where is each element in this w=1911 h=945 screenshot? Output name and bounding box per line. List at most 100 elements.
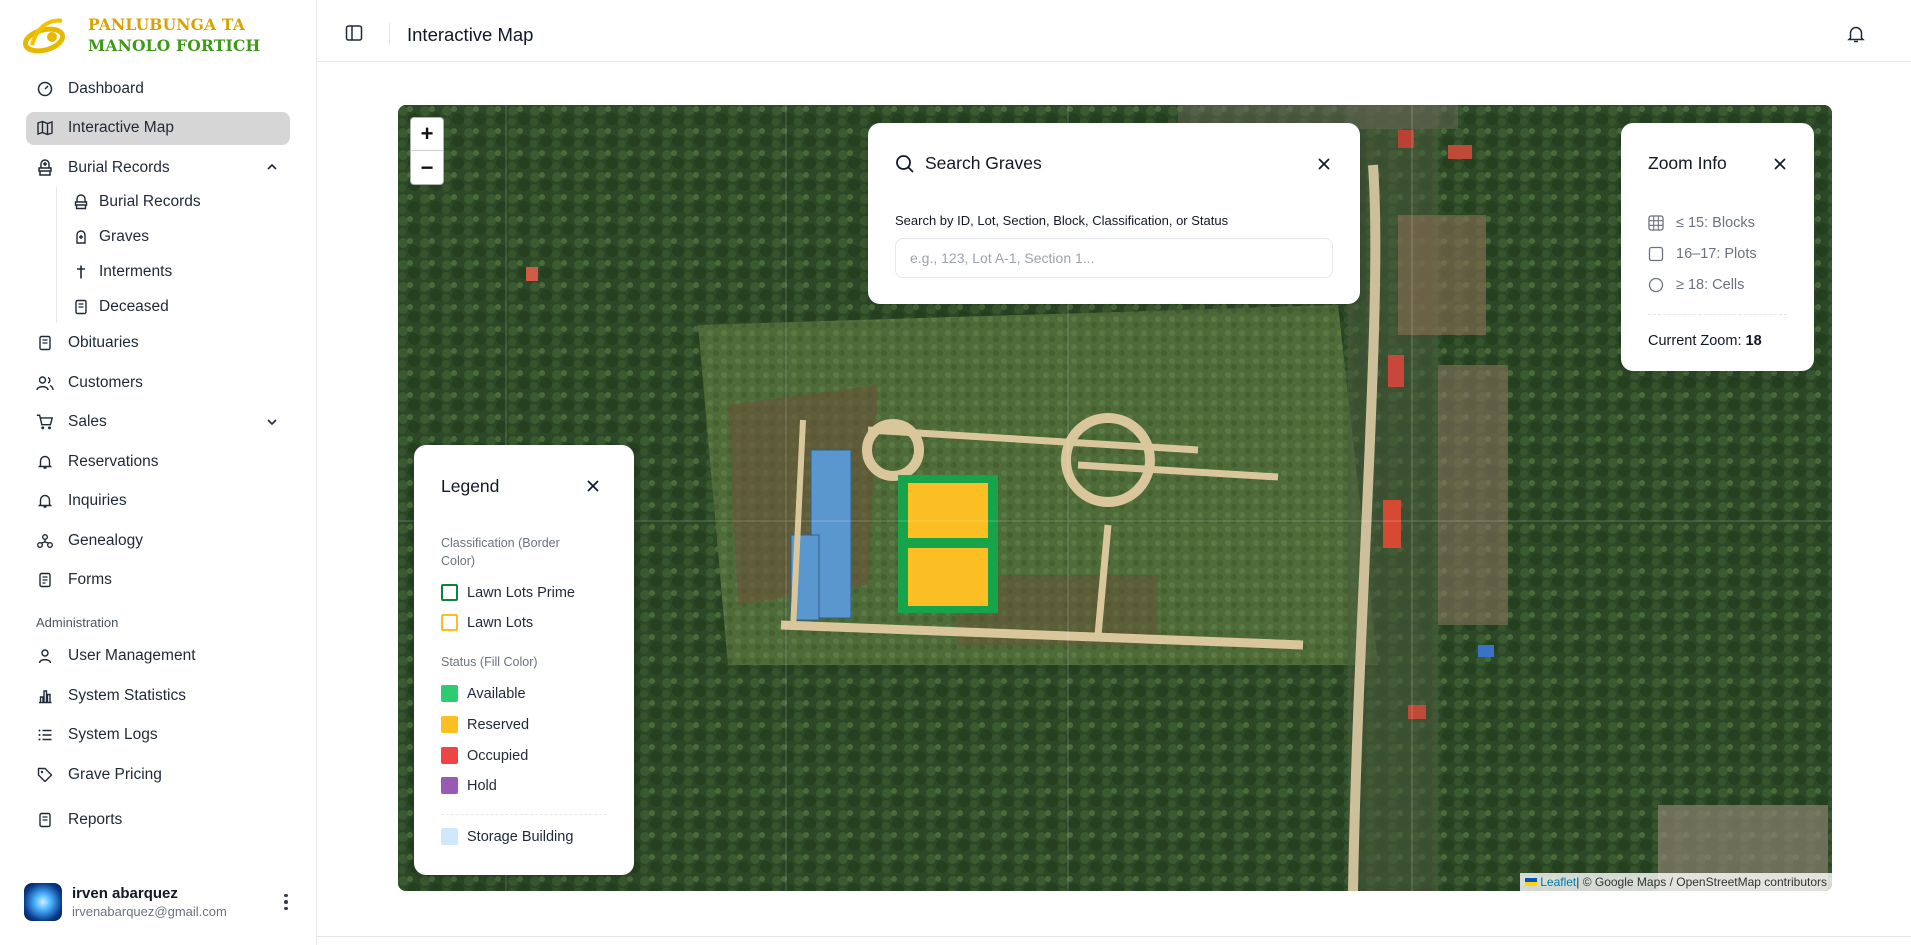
user-icon bbox=[36, 647, 54, 665]
brand[interactable]: PANLUBUNGA TA MANOLO FORTICH bbox=[22, 14, 260, 56]
search-icon bbox=[895, 154, 915, 174]
sidebar-item-reports[interactable]: Reports bbox=[26, 803, 290, 836]
sidebar-item-inquiries[interactable]: Inquiries bbox=[26, 485, 290, 518]
bell-icon bbox=[36, 453, 54, 471]
legend-item-label: Lawn Lots Prime bbox=[467, 584, 575, 601]
list-icon bbox=[36, 726, 54, 744]
classification-heading: Classification (Border Color) bbox=[441, 536, 560, 568]
current-zoom-label: Current Zoom: bbox=[1648, 333, 1746, 349]
tree-icon bbox=[36, 532, 54, 550]
zoom-row-label: 16–17: Plots bbox=[1676, 246, 1757, 262]
brand-line-2: MANOLO FORTICH bbox=[88, 36, 261, 55]
cart-icon bbox=[36, 413, 54, 431]
sidebar-item-label: Inquiries bbox=[68, 492, 127, 509]
sidebar-item-label: Dashboard bbox=[68, 79, 144, 97]
legend-item-label: Storage Building bbox=[467, 828, 574, 845]
zoom-row-cells: ≥ 18: Cells bbox=[1648, 277, 1744, 293]
zoom-out-button[interactable]: − bbox=[411, 151, 443, 184]
sidebar-item-system-logs[interactable]: System Logs bbox=[26, 719, 290, 752]
zoom-row-plots: 16–17: Plots bbox=[1648, 246, 1757, 262]
sidebar-item-user-management[interactable]: User Management bbox=[26, 640, 290, 673]
zoom-in-button[interactable]: + bbox=[411, 118, 443, 151]
circle-icon bbox=[1648, 277, 1664, 293]
sidebar-item-reservations[interactable]: Reservations bbox=[26, 445, 290, 478]
headstone-icon bbox=[73, 194, 89, 210]
sidebar-item-interactive-map[interactable]: Interactive Map bbox=[26, 111, 290, 145]
sidebar-item-label: Sales bbox=[68, 413, 107, 430]
close-icon[interactable] bbox=[586, 479, 600, 493]
sidebar-nav: Dashboard Interactive Map Burial Records… bbox=[26, 72, 290, 843]
legend-item-storage-building: Storage Building bbox=[441, 828, 573, 845]
logo-icon bbox=[22, 15, 68, 55]
sidebar-toggle-icon[interactable] bbox=[345, 24, 363, 42]
sidebar-item-label: Burial Records bbox=[68, 158, 170, 176]
swatch-purple bbox=[441, 777, 458, 794]
sidebar-item-genealogy[interactable]: Genealogy bbox=[26, 524, 290, 557]
sidebar: PANLUBUNGA TA MANOLO FORTICH Dashboard I… bbox=[0, 0, 316, 945]
search-panel-title: Search Graves bbox=[925, 153, 1042, 173]
user-email: irvenabarquez@gmail.com bbox=[72, 904, 227, 919]
sidebar-item-system-statistics[interactable]: System Statistics bbox=[26, 679, 290, 712]
sidebar-item-customers[interactable]: Customers bbox=[26, 366, 290, 399]
zoom-control: + − bbox=[410, 117, 444, 185]
close-icon[interactable] bbox=[1773, 157, 1787, 171]
sidebar-item-label: Grave Pricing bbox=[68, 765, 162, 783]
sidebar-item-graves[interactable]: Graves bbox=[65, 222, 290, 253]
chevron-down-icon[interactable] bbox=[264, 414, 280, 430]
more-vertical-icon[interactable] bbox=[276, 892, 296, 912]
tag-icon bbox=[36, 766, 54, 784]
swatch-red bbox=[441, 747, 458, 764]
divider bbox=[441, 814, 607, 815]
sidebar-item-label: System Statistics bbox=[68, 686, 186, 704]
sidebar-item-interments[interactable]: Interments bbox=[65, 257, 290, 288]
document-icon bbox=[73, 299, 89, 315]
sidebar-item-dashboard[interactable]: Dashboard bbox=[26, 72, 290, 105]
attribution-text: | © Google Maps / OpenStreetMap contribu… bbox=[1576, 875, 1827, 889]
zoom-info-panel: Zoom Info ≤ 15: Blocks 16–17: Plots ≥ 18… bbox=[1621, 123, 1814, 371]
sidebar-item-forms[interactable]: Forms bbox=[26, 564, 290, 597]
legend-panel: Legend Classification (Border Color) Law… bbox=[414, 445, 634, 875]
legend-item-lawn-lots-prime: Lawn Lots Prime bbox=[441, 584, 575, 601]
sidebar-item-deceased[interactable]: Deceased bbox=[65, 292, 290, 323]
sidebar-item-obituaries[interactable]: Obituaries bbox=[26, 327, 290, 360]
section-label-administration: Administration bbox=[36, 614, 119, 630]
sidebar-item-label: Customers bbox=[68, 373, 143, 391]
form-icon bbox=[36, 571, 54, 589]
divider bbox=[317, 936, 1911, 937]
chevron-up-icon[interactable] bbox=[264, 159, 280, 175]
zoom-row-label: ≤ 15: Blocks bbox=[1676, 215, 1755, 231]
search-input[interactable] bbox=[895, 238, 1333, 278]
sidebar-item-label: Graves bbox=[99, 228, 149, 245]
zoom-row-blocks: ≤ 15: Blocks bbox=[1648, 215, 1755, 231]
map-attribution: Leaflet | © Google Maps / OpenStreetMap … bbox=[1520, 873, 1832, 891]
page-title: Interactive Map bbox=[407, 24, 534, 45]
close-icon[interactable] bbox=[1317, 157, 1331, 171]
swatch-green bbox=[441, 685, 458, 702]
sidebar-item-label: Burial Records bbox=[99, 193, 201, 210]
grave-icon bbox=[73, 229, 89, 245]
grid-icon bbox=[1648, 215, 1664, 231]
legend-item-lawn-lots: Lawn Lots bbox=[441, 614, 533, 631]
leaflet-link[interactable]: Leaflet bbox=[1540, 875, 1576, 889]
gauge-icon bbox=[36, 80, 54, 98]
user-profile[interactable]: irven abarquez irvenabarquez@gmail.com bbox=[24, 882, 296, 922]
sidebar-item-label: Deceased bbox=[99, 298, 169, 315]
document-icon bbox=[36, 811, 54, 829]
legend-item-label: Lawn Lots bbox=[467, 614, 534, 631]
top-bar: Interactive Map bbox=[317, 0, 1911, 62]
swatch-yellow bbox=[441, 716, 458, 733]
sidebar-item-sales[interactable]: Sales bbox=[26, 406, 290, 439]
sidebar-item-burial-records-sub[interactable]: Burial Records bbox=[65, 187, 290, 218]
current-zoom-value: 18 bbox=[1745, 333, 1762, 349]
legend-item-available: Available bbox=[441, 685, 526, 702]
divider bbox=[389, 23, 390, 45]
search-label: Search by ID, Lot, Section, Block, Class… bbox=[895, 213, 1229, 228]
square-icon bbox=[1648, 246, 1664, 262]
sidebar-item-grave-pricing[interactable]: Grave Pricing bbox=[26, 758, 290, 791]
sidebar-item-label: Obituaries bbox=[68, 334, 139, 351]
burial-records-submenu: Burial Records Graves Interments Decease… bbox=[56, 186, 290, 323]
notification-bell-icon[interactable] bbox=[1846, 24, 1866, 44]
sidebar-item-burial-records[interactable]: Burial Records bbox=[26, 151, 290, 184]
ukraine-flag-icon bbox=[1525, 878, 1538, 886]
sidebar-item-label: Reports bbox=[68, 810, 123, 828]
